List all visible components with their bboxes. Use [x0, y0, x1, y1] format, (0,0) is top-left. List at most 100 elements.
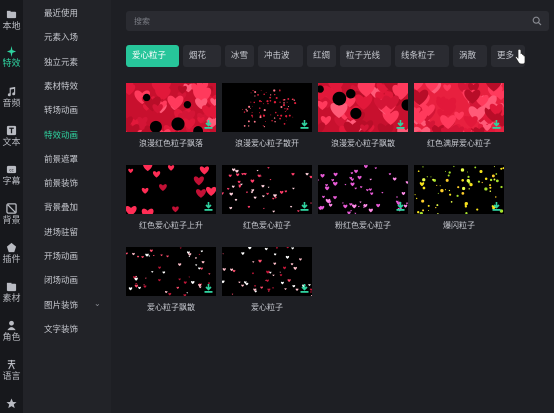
star-icon: [6, 398, 17, 409]
effect-tile[interactable]: 浪漫爱心粒子散开: [222, 83, 312, 149]
effect-tile[interactable]: 爱心粒子: [222, 247, 312, 313]
rail-item-label: 插件: [2, 255, 21, 265]
rail-item-1[interactable]: 本地: [0, 9, 23, 32]
effect-tile[interactable]: 浪漫红色粒子飘落: [126, 83, 216, 149]
language-icon: [7, 359, 16, 370]
rail-item-10[interactable]: 语言: [0, 359, 23, 382]
download-icon[interactable]: [300, 202, 309, 211]
rail-item-9[interactable]: 角色: [0, 320, 23, 343]
category-sidebar: 最近使用元素入场独立元素素材特效转场动画特效动画前景遮罩前景装饰背景叠加进场驻留…: [23, 0, 111, 413]
category-item[interactable]: 开场动画: [44, 250, 78, 262]
effect-thumbnail[interactable]: [222, 247, 312, 296]
category-item[interactable]: 元素入场: [44, 31, 78, 43]
category-label: 特效动画: [44, 130, 79, 141]
effect-preview: [126, 247, 211, 296]
material-folder-icon: [6, 282, 17, 292]
download-icon[interactable]: [300, 284, 309, 293]
rail-item-8[interactable]: 素材: [0, 281, 23, 304]
effect-tile[interactable]: 爱心粒子飘散: [126, 247, 216, 313]
tab-7[interactable]: 线条粒子: [395, 45, 449, 67]
effect-thumbnail[interactable]: [222, 165, 312, 214]
svg-text:cc: cc: [9, 167, 14, 172]
effect-tile[interactable]: 红色爱心粒子上升: [126, 165, 216, 231]
rail-item-3[interactable]: 音频: [0, 86, 23, 109]
tab-2[interactable]: 烟花: [183, 45, 221, 67]
category-item[interactable]: 背景叠加: [44, 201, 78, 213]
rail-item-4[interactable]: 文本: [0, 125, 23, 148]
effect-tile[interactable]: 红色满屏爱心粒子: [414, 83, 504, 149]
effect-thumbnail[interactable]: [126, 247, 216, 296]
download-icon[interactable]: [396, 120, 405, 129]
effect-label: 浪漫红色粒子飘落: [139, 139, 203, 148]
tab-3[interactable]: 冰雪: [225, 45, 254, 67]
effect-label: 红色爱心粒子上升: [139, 221, 203, 230]
category-label: 闭场动画: [44, 276, 79, 287]
tab-5[interactable]: 红绸: [307, 45, 336, 67]
category-label: 独立元素: [44, 57, 79, 68]
download-icon[interactable]: [300, 120, 309, 129]
download-icon[interactable]: [492, 202, 501, 211]
effect-tile[interactable]: 红色爱心粒子: [222, 165, 312, 231]
rail-item-5[interactable]: cc 字幕: [0, 164, 23, 187]
effect-tabs: 爱心粒子 烟花 冰雪 冲击波 红绸 粒子光线 线条粒子 涡散 更多: [126, 45, 554, 67]
rail-item-label: 素材: [2, 294, 21, 304]
category-label: 进场驻留: [44, 227, 79, 238]
effect-thumbnail[interactable]: [414, 165, 504, 214]
effect-thumbnail[interactable]: [414, 83, 504, 132]
effect-preview: [222, 167, 312, 213]
effect-label: 爱心粒子飘散: [147, 303, 195, 312]
tab-1[interactable]: 爱心粒子: [126, 45, 179, 67]
effect-thumbnail[interactable]: [126, 165, 216, 214]
rail-item-label: 语言: [2, 372, 21, 382]
category-label: 素材特效: [44, 81, 79, 92]
search-input[interactable]: [134, 14, 514, 28]
effect-tile[interactable]: 爆闪粒子: [414, 165, 504, 231]
effect-thumbnail[interactable]: [222, 83, 312, 132]
download-icon[interactable]: [492, 120, 501, 129]
download-icon[interactable]: [396, 202, 405, 211]
effect-preview: [318, 165, 408, 214]
category-item[interactable]: 特效动画: [44, 129, 78, 141]
effect-label: 爱心粒子: [251, 303, 283, 312]
tab-4[interactable]: 冲击波: [258, 45, 303, 67]
category-label: 前景遮罩: [44, 154, 79, 165]
left-icon-rail: 本地特效音频文本 cc 字幕背景插件素材角色语言: [0, 0, 23, 413]
effect-tile[interactable]: 浪漫爱心粒子飘散: [318, 83, 408, 149]
rail-item-6[interactable]: 背景: [0, 203, 23, 226]
download-icon[interactable]: [204, 284, 213, 293]
category-label: 背景叠加: [44, 203, 79, 214]
rail-item-label: 背景: [2, 216, 21, 226]
effect-thumbnail[interactable]: [318, 83, 408, 132]
category-item[interactable]: 闭场动画: [44, 274, 78, 286]
effect-thumbnail[interactable]: [126, 83, 216, 132]
chevron-down-icon: ⌄: [94, 298, 101, 308]
rail-item-7[interactable]: 插件: [0, 242, 23, 265]
effect-preview: [414, 165, 504, 214]
tab-6[interactable]: 粒子光线: [340, 45, 391, 67]
category-item[interactable]: 前景遮罩: [44, 153, 78, 165]
rail-item-11[interactable]: [0, 398, 23, 411]
download-icon[interactable]: [204, 120, 213, 129]
effect-tile[interactable]: 粉红色爱心粒子: [318, 165, 408, 231]
tab-8[interactable]: 涡散: [453, 45, 487, 67]
effect-label: 红色满屏爱心粒子: [427, 139, 491, 148]
category-item[interactable]: 文字装饰: [44, 323, 78, 335]
category-item[interactable]: 素材特效: [44, 80, 78, 92]
effect-preview: [222, 247, 312, 296]
effect-preview: [126, 165, 216, 214]
effect-thumbnail[interactable]: [318, 165, 408, 214]
category-item[interactable]: 进场驻留: [44, 226, 78, 238]
background-icon: [6, 203, 17, 214]
category-item[interactable]: 独立元素: [44, 56, 78, 68]
download-icon[interactable]: [204, 202, 213, 211]
rail-item-label: 字幕: [2, 177, 21, 187]
search-icon[interactable]: [532, 16, 542, 26]
category-label: 图片装饰: [44, 300, 79, 311]
category-item[interactable]: 图片装饰 ⌄: [44, 299, 101, 311]
category-item[interactable]: 前景装饰: [44, 177, 78, 189]
effect-preview: [126, 83, 216, 132]
category-item[interactable]: 最近使用: [44, 7, 78, 19]
effect-preview: [414, 83, 504, 132]
rail-item-2[interactable]: 特效: [0, 46, 23, 69]
category-item[interactable]: 转场动画: [44, 104, 78, 116]
